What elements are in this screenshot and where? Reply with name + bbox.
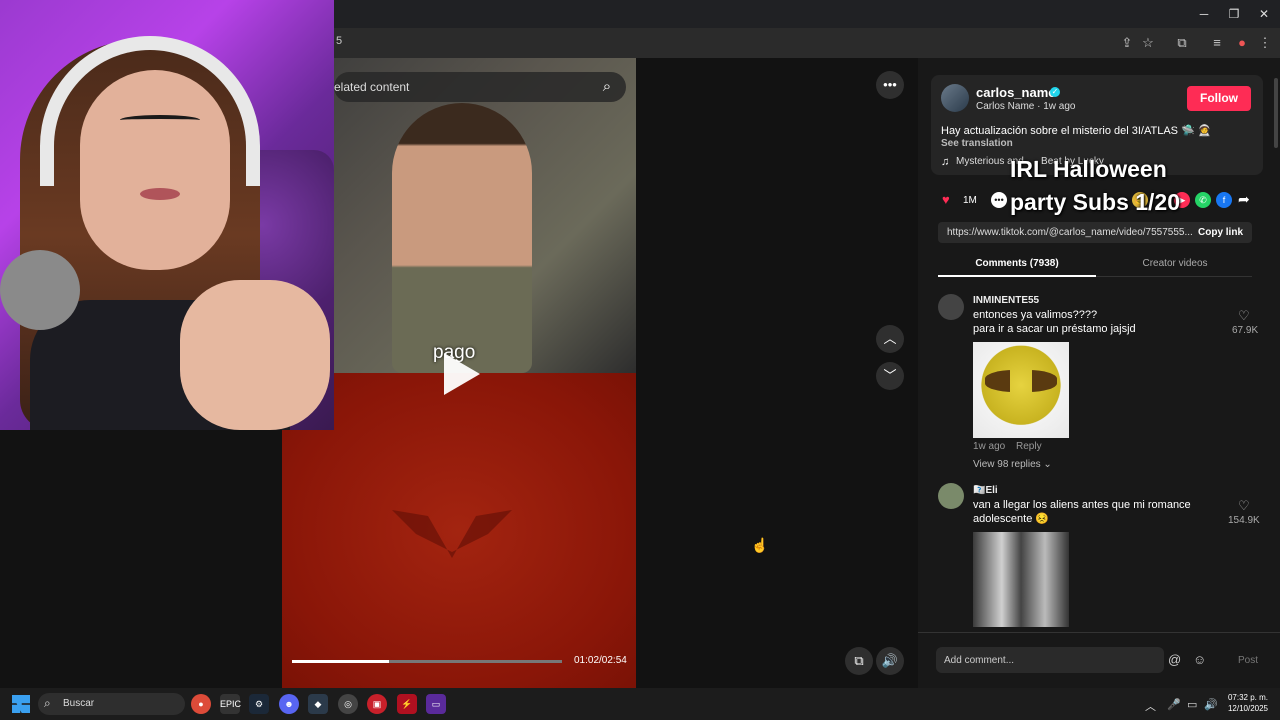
microphone-icon[interactable]: 🎤: [1167, 698, 1181, 711]
app-red-icon[interactable]: ▣: [367, 694, 387, 714]
steam-icon[interactable]: ⚙: [249, 694, 269, 714]
clock-date: 12/10/2025: [1227, 704, 1268, 713]
comment-divider: [918, 632, 1280, 633]
creator-avatar[interactable]: [941, 84, 969, 112]
webcam-microphone: [0, 250, 80, 330]
related-search-placeholder: elated content: [334, 80, 410, 94]
comment-placeholder: Add comment...: [944, 655, 1015, 666]
taskbar-clock[interactable]: 07:32 p. m. 12/10/2025: [1224, 692, 1268, 714]
comment-like-count: 154.9K: [1228, 515, 1260, 526]
pip-icon[interactable]: ⧉: [845, 647, 873, 675]
streamlabs-icon[interactable]: ▭: [426, 694, 446, 714]
tray-chevron-icon[interactable]: ︿: [1145, 698, 1156, 714]
mouse-cursor-icon: ☝: [751, 537, 769, 553]
tab-creator-videos[interactable]: Creator videos: [1096, 258, 1254, 269]
whatsapp-icon[interactable]: ✆: [1195, 192, 1211, 208]
verified-icon: ✓: [1050, 87, 1060, 97]
see-translation-link[interactable]: See translation: [941, 138, 1013, 149]
sticker-eyes: [985, 370, 1057, 392]
more-options-icon[interactable]: •••: [876, 71, 904, 99]
install-app-icon[interactable]: ⇪: [1118, 34, 1136, 52]
comment-avatar[interactable]: [938, 294, 964, 320]
play-icon[interactable]: [444, 353, 480, 395]
clock-time: 07:32 p. m.: [1227, 693, 1268, 702]
taskbar-search[interactable]: [38, 693, 185, 715]
comment-image[interactable]: [973, 532, 1069, 627]
share-arrow-icon[interactable]: ➦: [1238, 191, 1250, 208]
comment-like-count: 67.9K: [1232, 325, 1259, 336]
video-frame-bottom: [282, 373, 636, 688]
webcam-headset: [40, 36, 260, 186]
scrollbar[interactable]: [1274, 78, 1278, 148]
epic-games-icon[interactable]: EPIC: [220, 694, 241, 714]
creator-subtitle: Carlos Name · 1w ago: [976, 101, 1076, 112]
address-bar-text[interactable]: 5: [336, 35, 342, 47]
video-frame-top: [282, 58, 636, 373]
comment-avatar[interactable]: [938, 483, 964, 509]
comment-like-icon[interactable]: ♡: [1238, 498, 1250, 514]
facebook-icon[interactable]: f: [1216, 192, 1232, 208]
minimize-button[interactable]: ─: [1189, 4, 1219, 24]
post-button[interactable]: Post: [1238, 655, 1258, 666]
comment-text-line-2: adolescente 😣: [973, 513, 1050, 525]
comment-text-line-1: van a llegar los aliens antes que mi rom…: [973, 499, 1191, 511]
tab-comments[interactable]: Comments (7938): [938, 258, 1096, 269]
comment-text-line-2: para ir a sacar un préstamo jajsjd: [973, 323, 1136, 335]
overlay-line-2: party Subs 1/20: [1010, 189, 1181, 215]
profile-icon[interactable]: ●: [1233, 34, 1251, 52]
like-heart-icon[interactable]: ♥: [942, 192, 950, 207]
app-red-2-icon[interactable]: ⚡: [397, 694, 417, 714]
reply-button[interactable]: Reply: [1016, 441, 1042, 452]
video-time: 01:02/02:54: [574, 655, 627, 666]
bat-shape: [392, 510, 512, 558]
bookmark-star-icon[interactable]: ☆: [1139, 34, 1157, 52]
webcam-lips: [140, 188, 180, 200]
comment-text-line-1: entonces ya valimos????: [973, 309, 1098, 321]
volume-icon[interactable]: 🔊: [876, 647, 904, 675]
media-controls-icon[interactable]: ≡: [1208, 34, 1226, 52]
obs-icon[interactable]: ◎: [338, 694, 358, 714]
like-count: 1M: [963, 195, 977, 206]
taskbar-search-label: Buscar: [63, 698, 95, 709]
chevron-down-icon[interactable]: ﹀: [876, 362, 904, 390]
chevron-up-icon[interactable]: ︿: [876, 325, 904, 353]
chrome-icon[interactable]: ●: [191, 694, 211, 714]
app-icon[interactable]: ◆: [308, 694, 328, 714]
creator-name[interactable]: carlos_name: [976, 85, 1056, 100]
comment-time: 1w ago: [973, 441, 1006, 452]
taskbar-search-icon: ⌕: [44, 696, 51, 710]
comment-like-icon[interactable]: ♡: [1238, 308, 1250, 324]
music-note-icon: ♫: [941, 156, 950, 168]
menu-dots-icon[interactable]: ⋮: [1256, 34, 1274, 52]
search-icon[interactable]: ⌕: [596, 76, 618, 98]
copy-link-button[interactable]: Copy link: [1198, 227, 1243, 238]
comment-icon[interactable]: •••: [991, 192, 1007, 208]
network-icon[interactable]: ▭: [1187, 698, 1197, 711]
video-link[interactable]: https://www.tiktok.com/@carlos_name/vide…: [947, 227, 1193, 238]
overlay-line-1: IRL Halloween: [1010, 156, 1167, 182]
view-replies-button[interactable]: View 98 replies ⌄: [973, 459, 1052, 470]
video-description: Hay actualización sobre el misterio del …: [941, 125, 1212, 137]
tab-active-underline: [938, 275, 1096, 277]
emoji-icon[interactable]: ☺: [1193, 652, 1206, 667]
comment-username[interactable]: INMINENTE55: [973, 295, 1039, 306]
discord-icon[interactable]: ☻: [279, 694, 299, 714]
webcam-hand: [180, 280, 330, 430]
video-person: [392, 103, 532, 373]
mention-icon[interactable]: @: [1168, 652, 1181, 667]
follow-button[interactable]: Follow: [1187, 86, 1251, 111]
close-button[interactable]: ✕: [1249, 4, 1279, 24]
comment-username[interactable]: 🇽🇽Eli: [973, 485, 998, 496]
webcam-overlay: [0, 0, 334, 430]
progress-fill: [292, 660, 390, 663]
speaker-icon[interactable]: 🔊: [1204, 698, 1218, 711]
extensions-icon[interactable]: ⧉: [1173, 34, 1191, 52]
restore-button[interactable]: ❐: [1219, 4, 1249, 24]
stream-overlay-title: IRL Halloween party Subs 1/20: [1010, 153, 1180, 219]
